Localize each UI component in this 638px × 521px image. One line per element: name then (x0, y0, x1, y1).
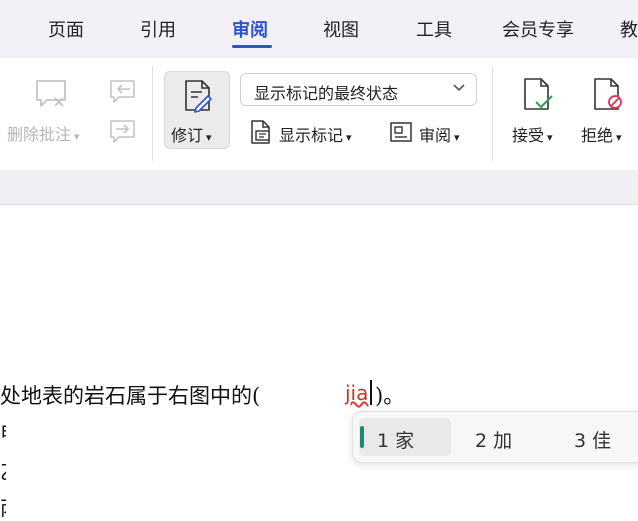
ime-candidate[interactable]: 2 加 (475, 426, 512, 453)
chevron-down-icon: ▾ (74, 130, 80, 143)
ime-selection-indicator (360, 426, 364, 448)
accept-change-icon[interactable] (521, 77, 555, 113)
ime-composition-text: jia (345, 381, 369, 405)
markup-state-dropdown[interactable]: 显示标记的最终状态 (240, 73, 477, 106)
tab-education[interactable]: 教 (620, 16, 638, 42)
tab-tools[interactable]: 工具 (416, 16, 452, 42)
document-text-line: 处地表的岩石属于右图中的( (0, 384, 261, 408)
ribbon-bottom-strip (0, 170, 638, 205)
track-changes-icon (185, 80, 212, 113)
reject-label: 拒绝 (581, 126, 614, 145)
active-tab-indicator (232, 45, 272, 48)
show-markup-button[interactable]: 显示标记 ▾ (279, 122, 352, 146)
show-markup-label: 显示标记 (279, 126, 344, 145)
chevron-down-icon: ▾ (454, 131, 460, 144)
document-text-fragment: 乙 (0, 456, 6, 485)
tab-member[interactable]: 会员专享 (502, 16, 574, 42)
tab-review[interactable]: 审阅 (232, 16, 268, 42)
document-text-fragment: 甲 (0, 418, 6, 447)
reject-button[interactable]: 拒绝 ▾ (581, 122, 622, 146)
reject-change-icon[interactable] (591, 77, 625, 113)
ime-candidate-panel: 1 家 2 加 3 佳 (352, 411, 638, 463)
next-comment-icon[interactable] (108, 118, 138, 146)
ribbon-divider (492, 66, 493, 161)
chevron-down-icon: ▾ (346, 131, 352, 144)
ime-candidate[interactable]: 1 家 (377, 426, 414, 453)
accept-button[interactable]: 接受 ▾ (512, 122, 553, 146)
document-text-fragment: 丙 (0, 492, 6, 521)
accept-label: 接受 (512, 126, 545, 145)
text-cursor (370, 380, 372, 405)
review-pane-label: 审阅 (419, 126, 452, 145)
previous-comment-icon[interactable] (108, 78, 138, 106)
tab-reference[interactable]: 引用 (140, 16, 176, 42)
chevron-down-icon (453, 84, 465, 92)
chevron-down-icon: ▾ (206, 131, 212, 144)
delete-comment-button[interactable]: 删除批注 ▾ (7, 121, 80, 145)
review-pane-button[interactable]: 审阅 ▾ (419, 122, 460, 146)
show-markup-icon[interactable] (248, 119, 274, 145)
menu-tab-bar: 页面 引用 审阅 视图 工具 会员专享 教 (0, 0, 638, 58)
document-page[interactable] (0, 205, 638, 515)
chevron-down-icon: ▾ (616, 131, 622, 144)
markup-state-value: 显示标记的最终状态 (254, 84, 399, 103)
tab-view[interactable]: 视图 (323, 16, 359, 42)
revise-label: 修订 (171, 126, 204, 145)
review-pane-icon[interactable] (389, 121, 413, 143)
ime-candidate[interactable]: 3 佳 (574, 426, 611, 453)
delete-comment-icon[interactable] (34, 78, 68, 110)
chevron-down-icon: ▾ (547, 131, 553, 144)
ribbon-divider (152, 66, 153, 161)
tab-page[interactable]: 页面 (48, 16, 84, 42)
revise-button[interactable]: 修订 ▾ (164, 71, 230, 149)
delete-comment-label: 删除批注 (7, 125, 72, 144)
document-text-line-end: )。 (375, 384, 405, 408)
